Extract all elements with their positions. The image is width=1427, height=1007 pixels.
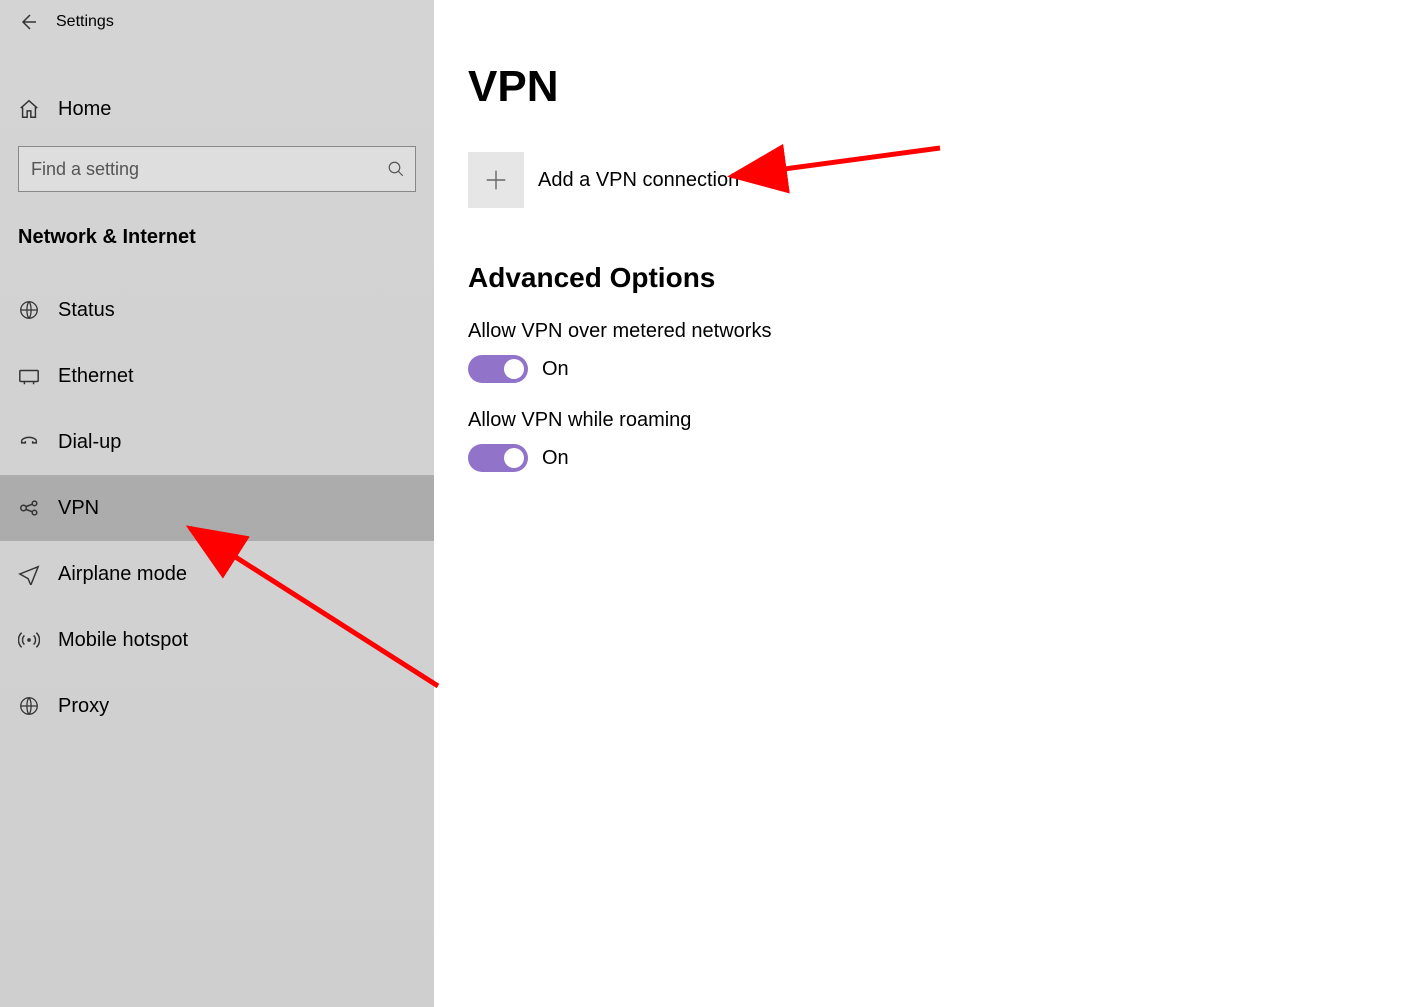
- advanced-options-title: Advanced Options: [468, 262, 1393, 294]
- vpn-icon: [18, 497, 40, 519]
- ethernet-icon: [18, 365, 40, 387]
- search-input[interactable]: [29, 158, 387, 181]
- sidebar-item-vpn[interactable]: VPN: [0, 475, 434, 541]
- sidebar-item-home[interactable]: Home: [0, 76, 434, 142]
- arrow-left-icon: [18, 12, 38, 32]
- category-title: Network & Internet: [0, 226, 434, 249]
- search-box[interactable]: [18, 146, 416, 192]
- add-vpn-button[interactable]: Add a VPN connection: [468, 152, 739, 208]
- sidebar-item-proxy[interactable]: Proxy: [0, 673, 434, 739]
- sidebar-item-label: Dial-up: [58, 431, 121, 454]
- option-metered-label: Allow VPN over metered networks: [468, 320, 1393, 343]
- home-icon: [18, 98, 40, 120]
- sidebar-item-airplane[interactable]: Airplane mode: [0, 541, 434, 607]
- globe-icon: [18, 299, 40, 321]
- plus-icon: [468, 152, 524, 208]
- sidebar-item-label: Status: [58, 299, 115, 322]
- sidebar-item-label: VPN: [58, 497, 99, 520]
- sidebar-item-label: Airplane mode: [58, 563, 187, 586]
- home-label: Home: [58, 98, 111, 121]
- main-content: VPN Add a VPN connection Advanced Option…: [434, 0, 1427, 1007]
- add-vpn-label: Add a VPN connection: [538, 169, 739, 192]
- airplane-icon: [18, 563, 40, 585]
- sidebar-item-ethernet[interactable]: Ethernet: [0, 343, 434, 409]
- toggle-metered[interactable]: [468, 355, 528, 383]
- sidebar: Settings Home Network & Internet: [0, 0, 434, 1007]
- sidebar-item-status[interactable]: Status: [0, 277, 434, 343]
- sidebar-item-label: Ethernet: [58, 365, 134, 388]
- sidebar-item-dialup[interactable]: Dial-up: [0, 409, 434, 475]
- app-title: Settings: [56, 13, 114, 31]
- toggle-roaming-state: On: [542, 447, 569, 470]
- hotspot-icon: [18, 629, 40, 651]
- nav-list: Status Ethernet Dial-up: [0, 277, 434, 739]
- sidebar-item-label: Proxy: [58, 695, 109, 718]
- sidebar-item-label: Mobile hotspot: [58, 629, 188, 652]
- page-title: VPN: [468, 62, 1393, 112]
- search-icon: [387, 160, 405, 178]
- toggle-metered-state: On: [542, 358, 569, 381]
- back-button[interactable]: [0, 0, 56, 44]
- dialup-icon: [18, 431, 40, 453]
- sidebar-item-hotspot[interactable]: Mobile hotspot: [0, 607, 434, 673]
- option-roaming-label: Allow VPN while roaming: [468, 409, 1393, 432]
- sidebar-header: Settings: [0, 0, 434, 44]
- proxy-icon: [18, 695, 40, 717]
- toggle-roaming[interactable]: [468, 444, 528, 472]
